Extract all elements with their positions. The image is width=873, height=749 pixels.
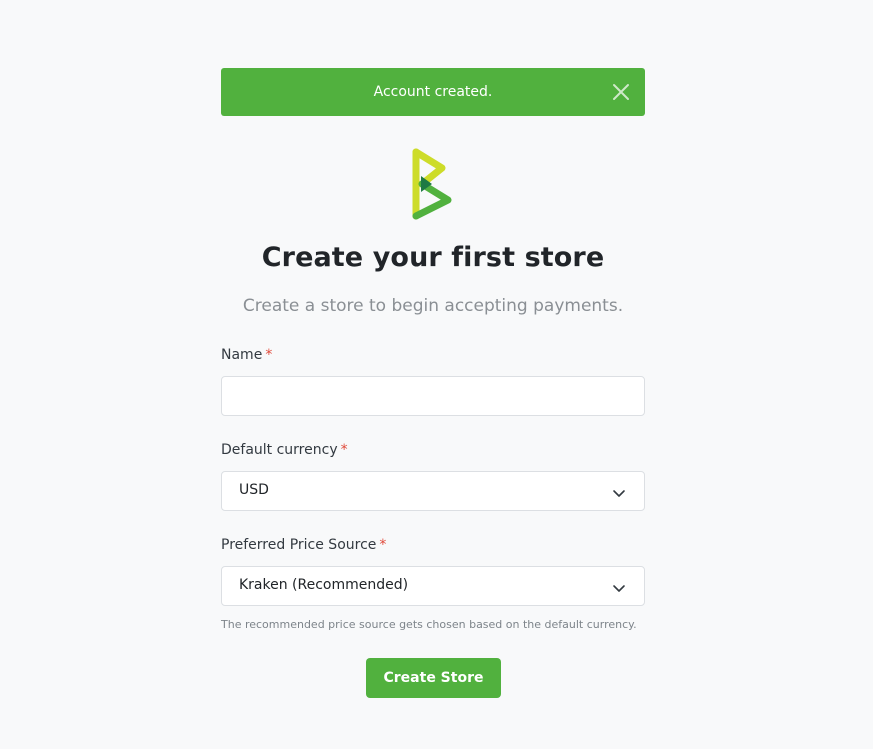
price-source-help: The recommended price source gets chosen…: [221, 618, 637, 631]
currency-label: Default currency *: [221, 442, 348, 458]
success-alert: Account created.: [221, 68, 645, 116]
chevron-down-icon: [612, 580, 626, 592]
required-mark: *: [265, 347, 273, 363]
required-mark: *: [340, 442, 348, 458]
currency-select[interactable]: USD: [221, 471, 645, 511]
price-source-label: Preferred Price Source *: [221, 537, 387, 553]
required-mark: *: [379, 537, 387, 553]
alert-message: Account created.: [373, 84, 493, 100]
btcpay-logo-icon: [412, 148, 454, 220]
name-field-wrapper: [221, 376, 645, 416]
currency-value: USD: [239, 482, 269, 498]
price-source-select[interactable]: Kraken (Recommended): [221, 566, 645, 606]
name-label: Name *: [221, 347, 273, 363]
page-title: Create your first store: [261, 242, 605, 273]
create-store-panel: Account created. Create your first store…: [221, 68, 645, 698]
close-icon[interactable]: [611, 82, 631, 102]
name-input[interactable]: [222, 377, 644, 415]
chevron-down-icon: [612, 485, 626, 497]
create-store-button[interactable]: Create Store: [366, 658, 501, 698]
price-source-value: Kraken (Recommended): [239, 577, 409, 593]
page-subtitle: Create a store to begin accepting paymen…: [242, 296, 624, 316]
